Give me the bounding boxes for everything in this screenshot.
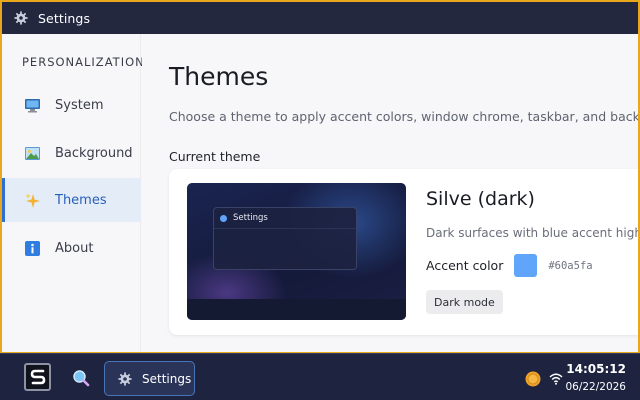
taskbar-clock[interactable]: 14:05:12 06/22/2026	[565, 362, 626, 393]
preview-taskbar	[187, 299, 406, 320]
search-button[interactable]	[72, 369, 90, 387]
start-button[interactable]	[24, 363, 51, 391]
clock-time: 14:05:12	[566, 362, 626, 376]
preview-window-title: Settings	[233, 213, 268, 223]
sidebar-item-background[interactable]: Background	[2, 131, 141, 175]
sidebar-item-label: About	[55, 240, 94, 256]
window-title: Settings	[38, 10, 91, 26]
gear-icon	[14, 11, 28, 25]
title-bar: Settings	[2, 2, 638, 34]
page-description: Choose a theme to apply accent colors, w…	[169, 109, 638, 124]
sidebar-item-label: System	[55, 97, 104, 113]
dark-mode-badge: Dark mode	[426, 290, 503, 314]
sidebar-item-about[interactable]: About	[2, 226, 141, 270]
sparkle-icon	[24, 192, 41, 209]
settings-window: Settings PERSONALIZATION System Backgrou…	[2, 2, 638, 352]
search-icon	[72, 369, 90, 387]
sidebar-item-themes[interactable]: Themes	[2, 178, 141, 222]
preview-window-titlebar: Settings	[214, 208, 356, 229]
s-logo-icon	[28, 367, 48, 387]
theme-name: Silve (dark)	[426, 188, 535, 210]
sidebar-item-label: Themes	[55, 192, 107, 208]
taskbar-app-settings[interactable]: Settings	[104, 361, 195, 396]
taskbar-app-label: Settings	[142, 371, 192, 386]
accent-dot-icon	[220, 214, 227, 222]
wifi-icon[interactable]	[549, 372, 563, 385]
page-title: Themes	[169, 62, 269, 91]
theme-preview: Settings	[187, 183, 406, 320]
preview-window: Settings	[213, 207, 357, 270]
taskbar: Settings 14:05:12 06/22/2026	[0, 353, 640, 400]
image-icon	[24, 145, 41, 162]
accent-color-swatch[interactable]	[514, 254, 538, 277]
monitor-icon	[24, 97, 41, 114]
sidebar-item-label: Background	[55, 145, 133, 161]
main-content: Themes Choose a theme to apply accent co…	[142, 34, 638, 352]
current-theme-heading: Current theme	[169, 149, 261, 164]
info-icon	[24, 240, 41, 257]
accent-color-label: Accent color	[426, 258, 504, 273]
sidebar-item-system[interactable]: System	[2, 83, 141, 127]
sidebar: PERSONALIZATION System Background Themes…	[2, 34, 144, 352]
accent-color-hex: #60a5fa	[548, 259, 593, 272]
theme-description: Dark surfaces with blue accent highlig	[426, 226, 638, 240]
gear-icon	[118, 371, 132, 386]
current-theme-card: Settings Silve (dark) Dark surfaces with…	[169, 169, 638, 335]
accent-color-row: Accent color #60a5fa	[426, 254, 593, 277]
sidebar-section-label: PERSONALIZATION	[22, 55, 145, 69]
coin-icon[interactable]	[525, 371, 541, 387]
clock-date: 06/22/2026	[565, 381, 626, 393]
